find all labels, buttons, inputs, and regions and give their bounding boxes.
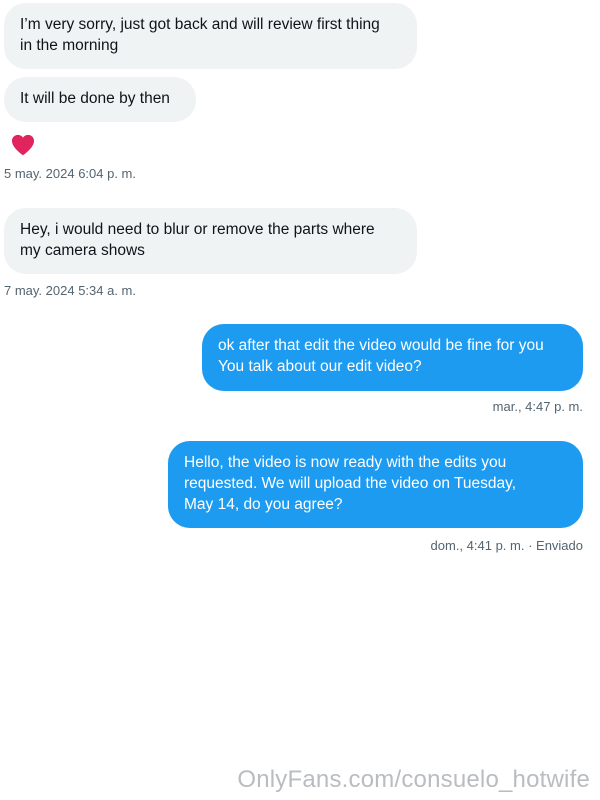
heart-icon[interactable] [10,132,36,158]
message-text-line: my camera shows [20,242,145,259]
message-text-line: It will be done by then [20,90,170,107]
message-bubble-outgoing[interactable]: Hello, the video is now ready with the e… [168,441,583,528]
heart-shape [11,134,35,156]
message-text-line: You talk about our edit video? [218,358,422,375]
message-bubble-outgoing[interactable]: ok after that edit the video would be fi… [202,324,583,391]
message-bubble-incoming[interactable]: It will be done by then [4,77,196,122]
message-text-line: Hey, i would need to blur or remove the … [20,221,375,238]
message-text-line: ok after that edit the video would be fi… [218,337,544,354]
message-timestamp-sent: dom., 4:41 p. m. · Enviado [430,538,583,553]
message-text-line: in the morning [20,37,119,54]
message-text-line: requested. We will upload the video on T… [184,475,517,492]
watermark-text: OnlyFans.com/consuelo_hotwife [237,766,590,793]
message-text-line: Hello, the video is now ready with the e… [184,454,507,471]
message-timestamp: 7 may. 2024 5:34 a. m. [4,283,136,298]
message-bubble-incoming[interactable]: Hey, i would need to blur or remove the … [4,208,417,274]
dm-conversation: I’m very sorry, just got back and will r… [0,0,600,800]
message-text-line: I’m very sorry, just got back and will r… [20,16,380,33]
message-bubble-incoming[interactable]: I’m very sorry, just got back and will r… [4,3,417,69]
message-timestamp: 5 may. 2024 6:04 p. m. [4,166,136,181]
message-text-line: May 14, do you agree? [184,496,343,513]
message-timestamp: mar., 4:47 p. m. [492,399,583,414]
